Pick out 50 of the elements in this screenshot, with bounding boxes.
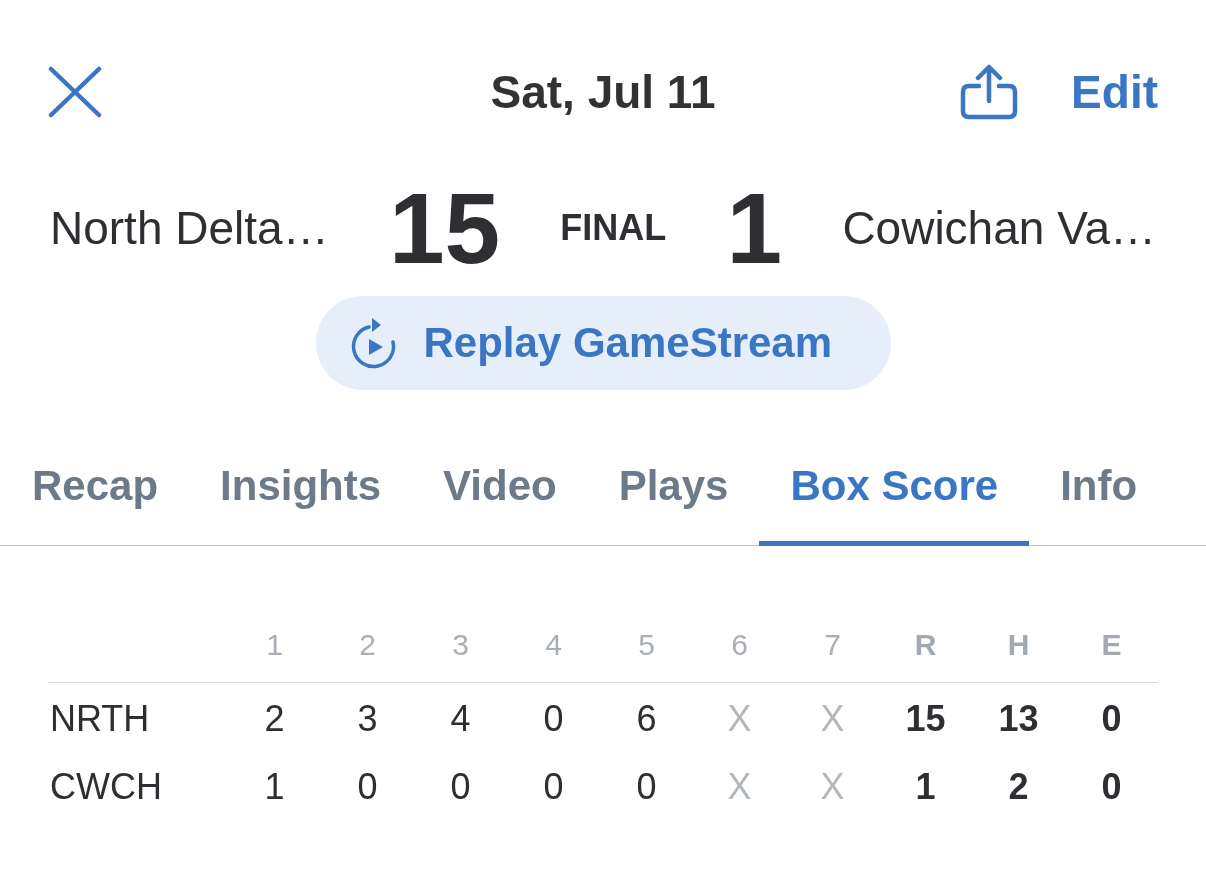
tab[interactable]: Plays [587,449,760,546]
column-header: R [913,627,938,663]
score-cell-text: 0 [1100,765,1123,809]
close-button[interactable] [48,66,102,118]
score-cell-text: X [726,765,753,809]
score-cell-text: 0 [1100,697,1123,741]
share-button[interactable] [959,64,1020,120]
score-cell-text: X [819,765,846,809]
column-header: 3 [451,627,470,663]
column-header: 1 [265,627,284,663]
score-cell-text: 1 [914,765,937,809]
score-cell-text: 13 [997,697,1040,741]
score-cell-text: 0 [635,765,658,809]
score-cell-text: 2 [1007,765,1030,809]
column-header: 7 [823,627,842,663]
tab[interactable]: Insights [189,449,413,546]
score-cell-text: 3 [356,697,379,741]
score-cell-text: X [726,697,753,741]
score-cell-text: 1 [263,765,286,809]
tab[interactable]: Recap [1,449,190,546]
score-cell-text: X [819,697,846,741]
column-header: 2 [358,627,377,663]
team-name: North Delta… [50,201,329,256]
score-cell-text: 0 [542,697,565,741]
column-header: H [1006,627,1031,663]
column-header: 5 [637,627,656,663]
score-cell-text: 0 [542,765,565,809]
team-score: 15 [388,178,501,278]
score-cell-text: 15 [904,697,947,741]
close-icon [48,66,102,118]
team-score: 1 [726,178,783,278]
tab[interactable]: Box Score [759,449,1030,546]
edit-button[interactable]: Edit [1071,64,1158,120]
team-abbreviation: CWCH [49,765,162,809]
share-icon [959,64,1020,120]
tab[interactable]: Info [1029,449,1169,546]
score-cell-text: 4 [449,697,472,741]
score-cell-text: 0 [449,765,472,809]
column-header: 4 [544,627,563,663]
score-cell-text: 6 [635,697,658,741]
tab[interactable]: Video [412,449,588,546]
column-header: E [1100,627,1123,663]
column-header: 6 [730,627,749,663]
score-cell-text: 2 [263,697,286,741]
score-cell-text: 0 [356,765,379,809]
replay-gamestream-button[interactable]: Replay GameStream [315,296,891,390]
game-date-title: Sat, Jul 11 [490,65,716,120]
game-status: FINAL [560,206,667,250]
team-abbreviation: NRTH [49,697,150,741]
team-name: Cowichan Va… [842,201,1156,256]
